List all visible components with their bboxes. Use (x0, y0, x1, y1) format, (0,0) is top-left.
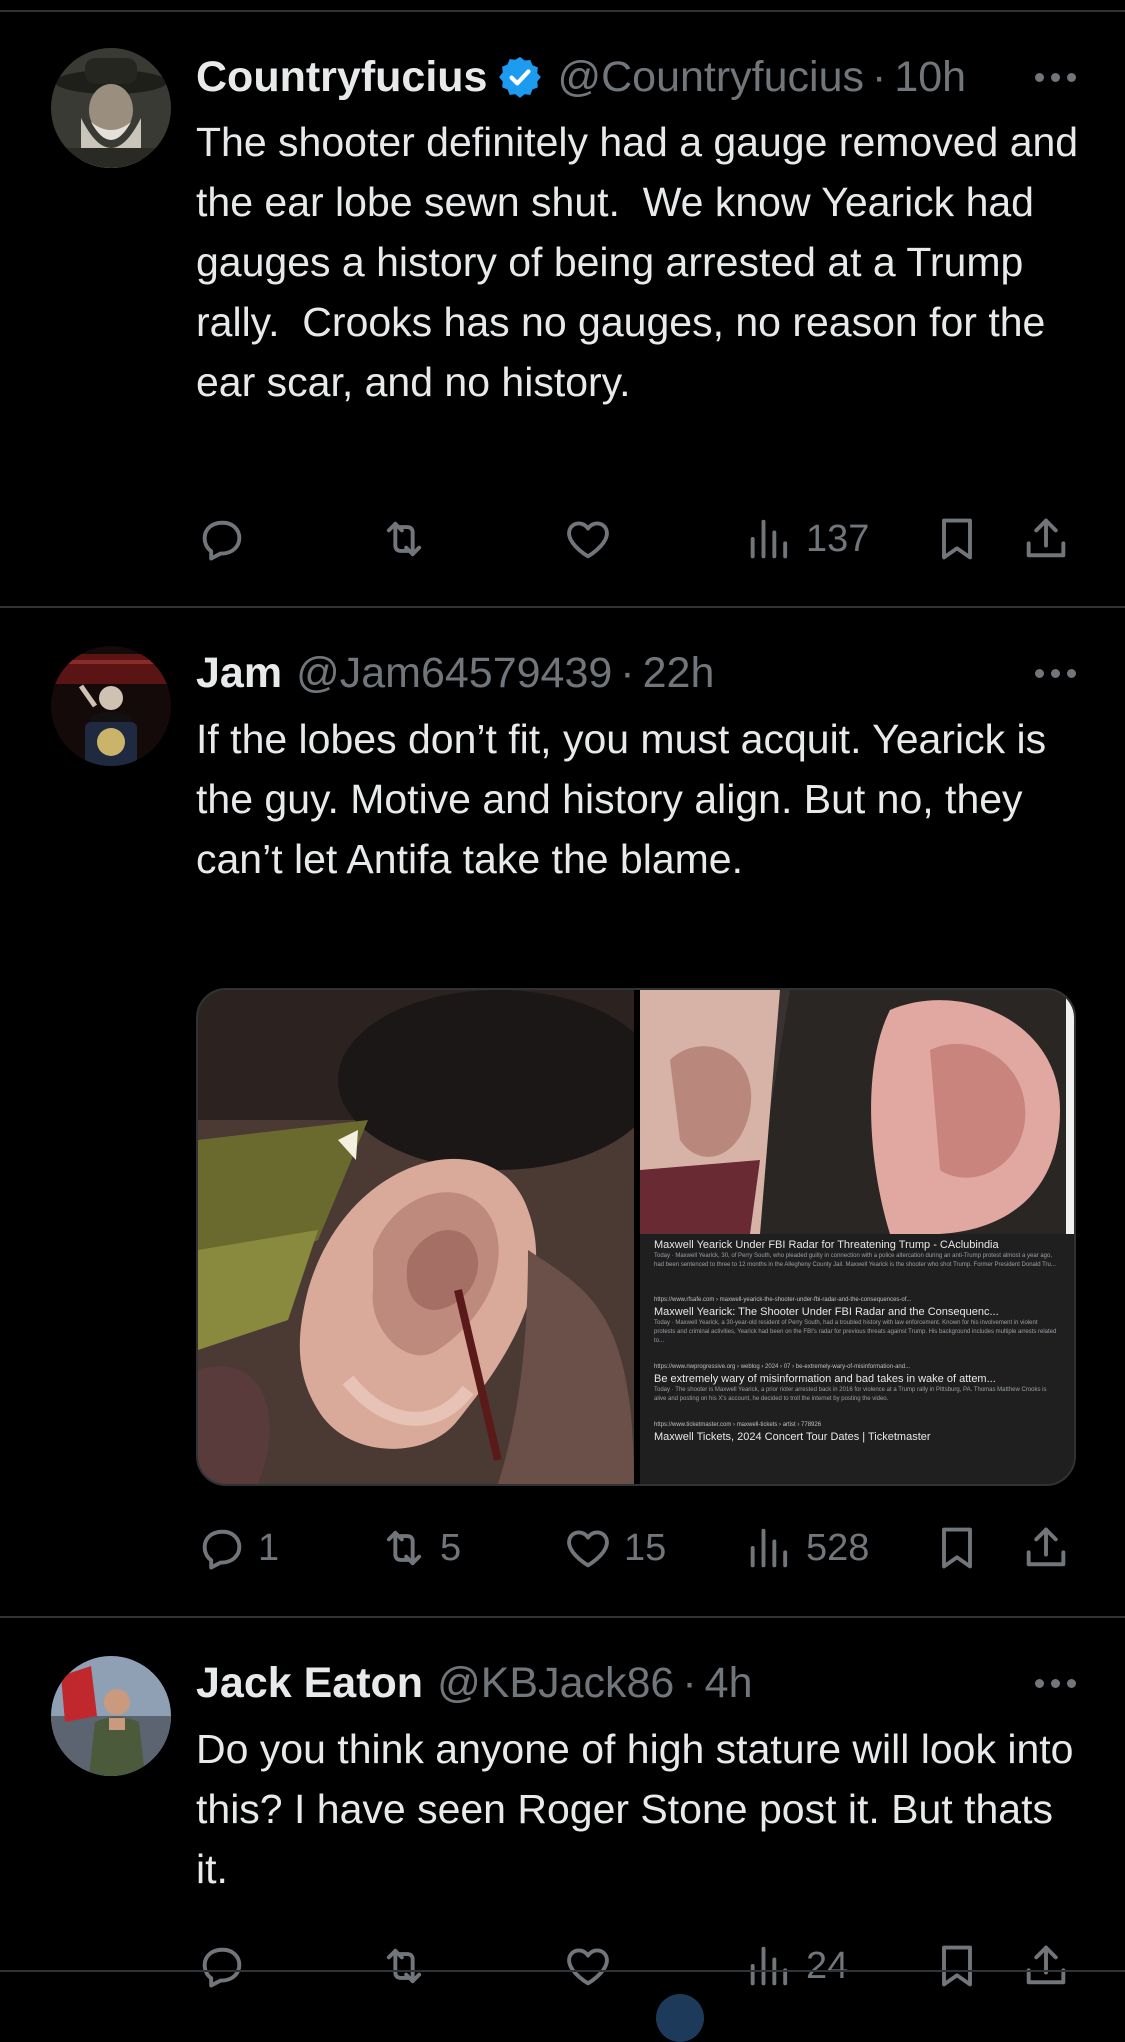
more-options-button[interactable] (1025, 643, 1085, 703)
share-icon (1020, 1522, 1072, 1574)
reply-button[interactable] (196, 1936, 258, 1996)
bottom-divider (0, 1970, 1125, 1972)
more-icon (1034, 1678, 1076, 1688)
scroll-indicator[interactable] (656, 1994, 704, 2042)
bookmark-icon (931, 1940, 983, 1992)
reply-count: 1 (258, 1526, 280, 1569)
view-count: 528 (806, 1526, 870, 1569)
retweet-count: 5 (440, 1526, 462, 1569)
reply-button[interactable]: 1 (196, 1518, 279, 1578)
like-count: 15 (624, 1526, 667, 1569)
media-image-left[interactable] (198, 990, 634, 1484)
reply-icon (196, 513, 248, 565)
search-result-url: https://www.ticketmaster.com › maxwell-t… (654, 1422, 822, 1428)
retweet-icon (378, 1940, 430, 1992)
heart-icon (562, 1940, 614, 1992)
retweet-button[interactable] (378, 509, 440, 569)
search-result-title: Maxwell Yearick Under FBI Radar for Thre… (654, 1239, 999, 1251)
tweet-2[interactable]: Jam @Jam64579439 · 22h If the lobes don’… (0, 608, 1125, 1614)
share-button[interactable] (1020, 1518, 1072, 1578)
display-name[interactable]: Jam (196, 649, 282, 698)
media-attachment[interactable]: Maxwell Yearick Under FBI Radar for Thre… (196, 988, 1076, 1486)
search-result: https://www.ticketmaster.com › maxwell-t… (654, 1421, 1060, 1444)
tweet-text: If the lobes don’t fit, you must acquit.… (196, 716, 1058, 882)
views-button[interactable]: 24 (744, 1936, 848, 1996)
avatar[interactable] (51, 48, 171, 168)
search-result-title: Maxwell Yearick: The Shooter Under FBI R… (654, 1306, 999, 1318)
user-handle[interactable]: @Jam64579439 (296, 649, 612, 698)
share-button[interactable] (1020, 509, 1072, 569)
like-button[interactable]: 15 (562, 1518, 666, 1578)
tweet-header: Jam @Jam64579439 · 22h (196, 643, 1085, 703)
bookmark-button[interactable] (931, 1518, 983, 1578)
retweet-button[interactable] (378, 1936, 440, 1996)
search-result-url: https://www.rfsafe.com › maxwell-yearick… (654, 1297, 912, 1303)
search-result-url: https://www.nwprogressive.org › weblog ›… (654, 1364, 911, 1370)
views-button[interactable]: 528 (744, 1518, 869, 1578)
retweet-icon (378, 513, 430, 565)
heart-icon (562, 513, 614, 565)
heart-icon (562, 1522, 614, 1574)
action-bar: 1 5 15 528 (196, 1518, 1076, 1578)
media-image-right-top[interactable] (640, 990, 1074, 1234)
timestamp[interactable]: 22h (643, 649, 715, 698)
like-button[interactable] (562, 509, 624, 569)
display-name[interactable]: Countryfucius (196, 53, 487, 102)
more-icon (1034, 72, 1076, 82)
search-result-title: Maxwell Tickets, 2024 Concert Tour Dates… (654, 1431, 931, 1443)
view-count: 24 (806, 1944, 849, 1987)
reply-icon (196, 1940, 248, 1992)
search-result-title: Be extremely wary of misinformation and … (654, 1373, 996, 1385)
tweet-text: Do you think anyone of high stature will… (196, 1726, 1085, 1892)
like-button[interactable] (562, 1936, 624, 1996)
avatar[interactable] (51, 1656, 171, 1776)
display-name[interactable]: Jack Eaton (196, 1659, 423, 1708)
action-bar: 137 (196, 509, 1076, 569)
reply-icon (196, 1522, 248, 1574)
search-result: https://www.nwprogressive.org › weblog ›… (654, 1363, 1060, 1413)
timestamp[interactable]: 10h (894, 53, 966, 102)
user-handle[interactable]: @Countryfucius (557, 53, 864, 102)
verified-badge-icon (497, 54, 543, 100)
search-result: https://www.rfsafe.com › maxwell-yearick… (654, 1296, 1060, 1355)
more-options-button[interactable] (1025, 1653, 1085, 1713)
separator: · (620, 648, 635, 697)
views-icon (744, 1940, 796, 1992)
share-button[interactable] (1020, 1936, 1072, 1996)
views-button[interactable]: 137 (744, 509, 869, 569)
separator: · (872, 52, 887, 101)
tweet-header: Countryfucius @Countryfucius · 10h (196, 47, 1085, 107)
search-result-snippet: Today · Maxwell Yearick, 30, of Perry So… (654, 1253, 1056, 1268)
tweet-1[interactable]: Countryfucius @Countryfucius · 10h The s… (0, 0, 1125, 606)
retweet-button[interactable]: 5 (378, 1518, 461, 1578)
timestamp[interactable]: 4h (705, 1659, 753, 1708)
views-icon (744, 513, 796, 565)
search-result: Maxwell Yearick Under FBI Radar for Thre… (654, 1238, 1060, 1288)
view-count: 137 (806, 517, 870, 560)
separator: · (682, 1658, 697, 1707)
more-icon (1034, 668, 1076, 678)
search-result-snippet: Today · Maxwell Yearick, a 30-year-old r… (654, 1320, 1057, 1344)
search-results-screenshot[interactable]: Maxwell Yearick Under FBI Radar for Thre… (640, 1234, 1074, 1484)
share-icon (1020, 1940, 1072, 1992)
tweet-text: The shooter definitely had a gauge remov… (196, 119, 1090, 405)
tweet-3[interactable]: Jack Eaton @KBJack86 · 4h Do you think a… (0, 1618, 1125, 2017)
views-icon (744, 1522, 796, 1574)
avatar[interactable] (51, 646, 171, 766)
user-handle[interactable]: @KBJack86 (437, 1659, 674, 1708)
bookmark-icon (931, 1522, 983, 1574)
bookmark-button[interactable] (931, 1936, 983, 1996)
reply-button[interactable] (196, 509, 258, 569)
more-options-button[interactable] (1025, 47, 1085, 107)
action-bar: 24 (196, 1936, 1076, 1996)
share-icon (1020, 513, 1072, 565)
bookmark-icon (931, 513, 983, 565)
bookmark-button[interactable] (931, 509, 983, 569)
tweet-header: Jack Eaton @KBJack86 · 4h (196, 1653, 1085, 1713)
search-result-snippet: Today · The shooter is Maxwell Yearick, … (654, 1387, 1047, 1402)
retweet-icon (378, 1522, 430, 1574)
